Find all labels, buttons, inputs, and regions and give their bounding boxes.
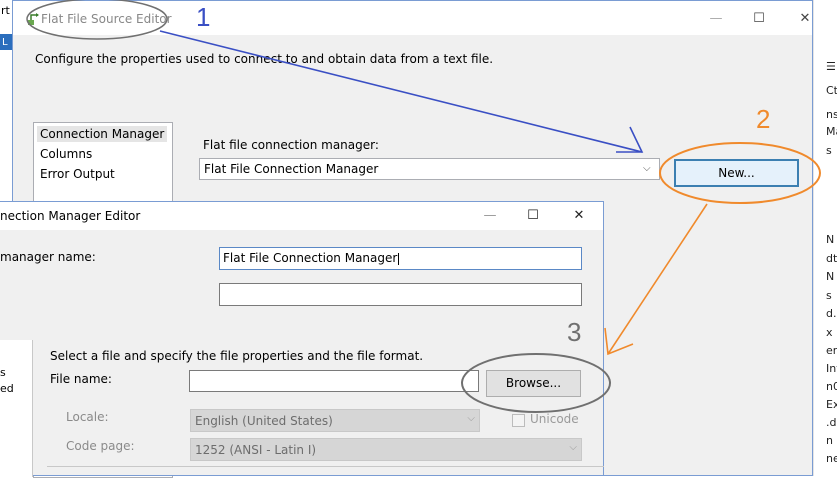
annotation-circle-title — [26, 0, 168, 40]
annotation-circle-new — [659, 142, 821, 204]
annotation-label-3: 3 — [567, 317, 582, 347]
annotation-overlay — [26, 0, 821, 413]
annotation-arrow-orange — [607, 203, 708, 355]
annotation-label-2: 2 — [756, 104, 771, 134]
annotation-label-1: 1 — [196, 2, 211, 32]
annotation-arrow-blue — [159, 30, 643, 153]
annotation-circle-browse — [461, 353, 611, 413]
annotation-arrowhead-orange — [604, 327, 634, 356]
